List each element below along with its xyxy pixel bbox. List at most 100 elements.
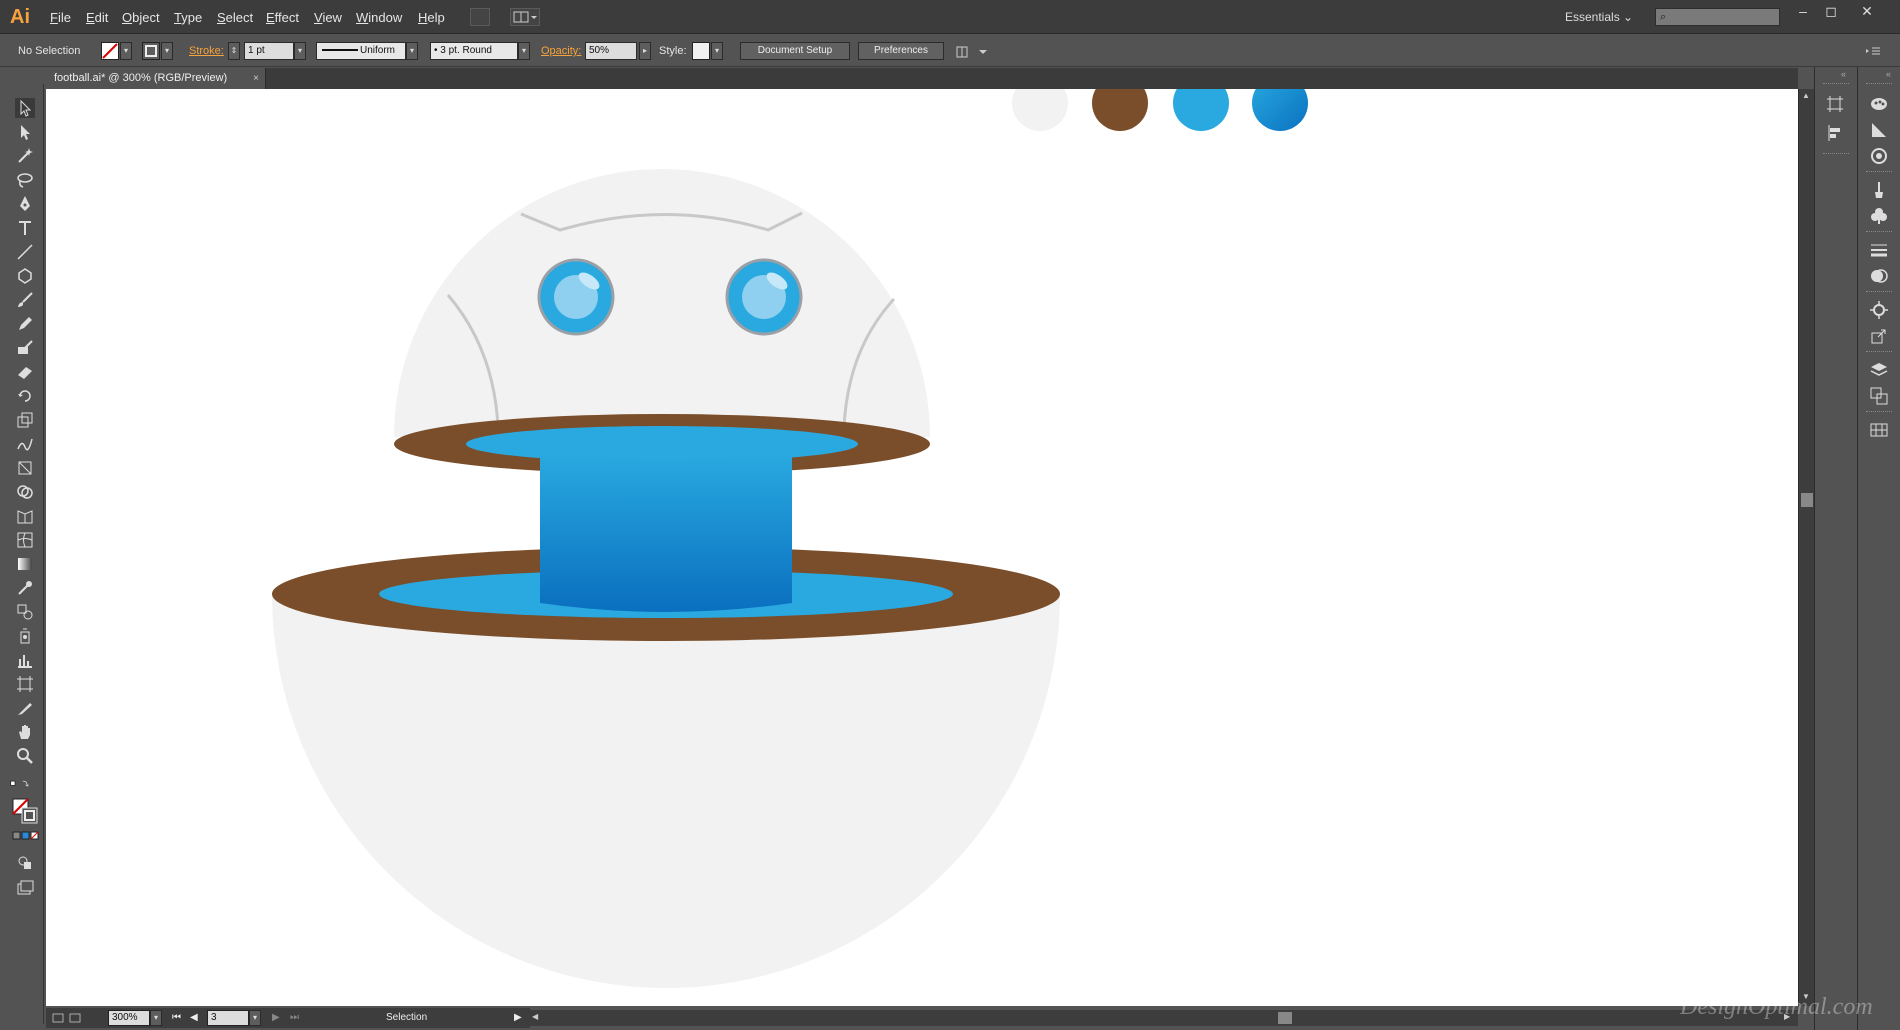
canvas-area[interactable] xyxy=(46,75,1798,1006)
swatch-gradient-blue[interactable] xyxy=(1252,75,1308,131)
stroke-panel-button[interactable] xyxy=(1868,239,1890,261)
collapse-dock-icon[interactable]: « xyxy=(1841,69,1846,79)
graphic-style-swatch[interactable] xyxy=(692,42,710,60)
brush-dropdown[interactable]: ▾ xyxy=(518,42,530,60)
menu-type[interactable]: Type xyxy=(174,10,202,25)
default-colors-button[interactable] xyxy=(10,774,38,794)
swatch-brown[interactable] xyxy=(1092,75,1148,131)
menu-window[interactable]: Window xyxy=(356,10,402,25)
dock-grip[interactable] xyxy=(1866,291,1892,293)
opacity-label[interactable]: Opacity: xyxy=(541,45,581,57)
screen-mode-button[interactable] xyxy=(15,878,35,898)
symbol-sprayer-tool[interactable] xyxy=(15,626,35,646)
horizontal-scroll-thumb[interactable] xyxy=(1278,1012,1292,1024)
dock-grip[interactable] xyxy=(1823,83,1849,85)
profile-dropdown[interactable]: ▾ xyxy=(406,42,418,60)
align-panel-button[interactable] xyxy=(1824,122,1846,144)
close-window-button[interactable]: ✕ xyxy=(1850,2,1884,20)
artwork[interactable] xyxy=(46,75,1798,1006)
zoom-dropdown[interactable]: ▾ xyxy=(150,1010,162,1026)
graphic-styles-panel-button[interactable] xyxy=(1868,145,1890,167)
layers-panel-button[interactable] xyxy=(1868,359,1890,381)
dock-grip[interactable] xyxy=(1866,83,1892,85)
column-graph-tool[interactable] xyxy=(15,650,35,670)
stroke-dropdown[interactable]: ▾ xyxy=(161,42,173,60)
dock-grip[interactable] xyxy=(1866,351,1892,353)
next-artboard-button[interactable]: ▶ xyxy=(272,1012,280,1023)
swatches-panel-button[interactable] xyxy=(1868,419,1890,441)
panel-menu-button[interactable] xyxy=(1864,45,1882,57)
neck-cylinder[interactable] xyxy=(540,454,792,612)
dock-grip[interactable] xyxy=(1823,153,1849,155)
warp-tool[interactable] xyxy=(15,434,35,454)
artboards-panel-button[interactable] xyxy=(1824,93,1846,115)
menu-view[interactable]: View xyxy=(314,10,342,25)
last-artboard-button[interactable]: ⏭ xyxy=(290,1012,299,1023)
zoom-tool[interactable] xyxy=(15,746,35,766)
stroke-weight-field[interactable]: 1 pt xyxy=(244,42,294,60)
preferences-button[interactable]: Preferences xyxy=(858,42,944,60)
document-tab[interactable]: football.ai* @ 300% (RGB/Preview) × xyxy=(46,68,266,89)
symbols-panel-button[interactable] xyxy=(1868,205,1890,227)
right-eye[interactable] xyxy=(725,258,803,336)
stroke-swatch[interactable] xyxy=(142,42,160,60)
opacity-dropdown[interactable]: ▸ xyxy=(639,42,651,60)
perspective-grid-tool[interactable] xyxy=(15,506,35,526)
rotate-tool[interactable] xyxy=(15,386,35,406)
export-panel-button[interactable] xyxy=(1868,325,1890,347)
color-swatches[interactable] xyxy=(1012,75,1308,131)
shape-tool[interactable] xyxy=(15,266,35,286)
vertical-scroll-thumb[interactable] xyxy=(1801,493,1813,507)
opacity-field[interactable]: 50% xyxy=(585,42,637,60)
scroll-up-icon[interactable]: ▲ xyxy=(1802,91,1810,100)
scroll-left-icon[interactable]: ◀ xyxy=(532,1012,538,1021)
selection-tool[interactable] xyxy=(15,98,35,118)
menu-object[interactable]: Object xyxy=(122,10,160,25)
menu-edit[interactable]: Edit xyxy=(86,10,108,25)
transparency-panel-button[interactable] xyxy=(1868,265,1890,287)
gradient-tool[interactable] xyxy=(15,554,35,574)
menu-help[interactable]: Help xyxy=(418,10,445,25)
brushes-panel-button[interactable] xyxy=(1868,179,1890,201)
expand-panels-icon[interactable]: « xyxy=(1886,69,1891,79)
fill-stroke-widget[interactable] xyxy=(12,798,38,824)
drawing-mode-button[interactable] xyxy=(15,852,35,872)
zoom-field[interactable]: 300% xyxy=(108,1010,150,1026)
menu-effect[interactable]: Effect xyxy=(266,10,299,25)
pen-tool[interactable] xyxy=(15,194,35,214)
swatch-blue[interactable] xyxy=(1173,75,1229,131)
mesh-tool[interactable] xyxy=(15,530,35,550)
stroke-label[interactable]: Stroke: xyxy=(189,45,224,57)
pencil-tool[interactable] xyxy=(15,314,35,334)
eraser-tool[interactable] xyxy=(15,362,35,382)
blend-tool[interactable] xyxy=(15,602,35,622)
artboard-tool[interactable] xyxy=(15,674,35,694)
bridge-button[interactable] xyxy=(470,8,490,26)
scale-tool[interactable] xyxy=(15,410,35,430)
arrange-documents-button[interactable] xyxy=(510,8,540,26)
status-icons[interactable] xyxy=(52,1011,82,1025)
style-dropdown[interactable]: ▾ xyxy=(711,42,723,60)
document-setup-button[interactable]: Document Setup xyxy=(740,42,850,60)
top-dome[interactable] xyxy=(394,169,930,437)
stroke-stepper[interactable]: ⇕ xyxy=(228,42,240,60)
type-tool[interactable] xyxy=(15,218,35,238)
dock-grip[interactable] xyxy=(1866,411,1892,413)
status-menu-arrow[interactable]: ▶ xyxy=(514,1012,522,1023)
menu-file[interactable]: File xyxy=(50,10,71,25)
left-eye[interactable] xyxy=(537,258,615,336)
dock-grip[interactable] xyxy=(1866,171,1892,173)
search-input[interactable]: ⌕ xyxy=(1655,8,1780,26)
artboard-dropdown[interactable]: ▾ xyxy=(249,1010,261,1026)
stroke-weight-dropdown[interactable]: ▾ xyxy=(294,42,306,60)
brush-definition[interactable]: • 3 pt. Round xyxy=(430,42,518,60)
appearance-panel-button[interactable] xyxy=(1868,299,1890,321)
color-mode-buttons[interactable] xyxy=(12,830,40,842)
fill-dropdown[interactable]: ▾ xyxy=(120,42,132,60)
direct-selection-tool[interactable] xyxy=(15,122,35,142)
vertical-scrollbar[interactable]: ▲ ▼ xyxy=(1798,89,1814,1006)
line-segment-tool[interactable] xyxy=(15,242,35,262)
hand-tool[interactable] xyxy=(15,722,35,742)
swatch-light-gray[interactable] xyxy=(1012,75,1068,131)
close-tab-button[interactable]: × xyxy=(253,68,259,89)
